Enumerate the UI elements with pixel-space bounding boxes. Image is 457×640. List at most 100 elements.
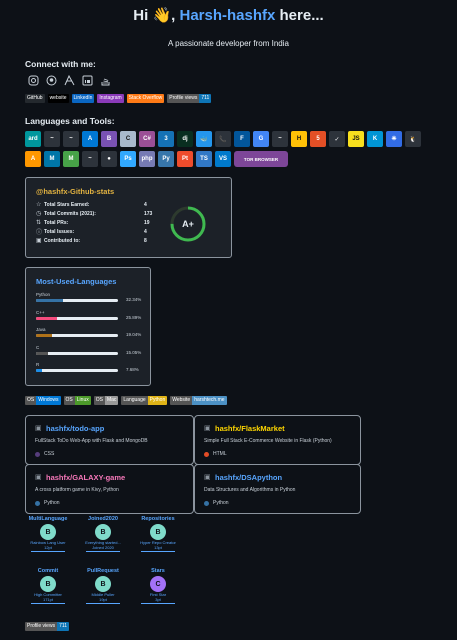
github-icon[interactable] (45, 74, 57, 86)
repo-name[interactable]: hashfx/FlaskMarket (215, 424, 285, 433)
connect-badge[interactable]: Profile views 711 (167, 94, 212, 103)
badge-label: Instagram (97, 94, 124, 103)
stat-value: 19 (144, 219, 150, 226)
most-used-languages-card[interactable]: Most-Used-Languages Python 32.34% C++ 25.89… (25, 267, 151, 386)
language-row: Python 32.34% (36, 292, 141, 302)
repo-language: Python (204, 500, 229, 506)
language-name: Java (36, 327, 46, 332)
trophy-title: PullRequest (87, 568, 119, 574)
repo-card[interactable]: ▣ hashfx/todo-app FullStack ToDo Web-App w… (25, 415, 194, 465)
language-name: R (36, 362, 40, 367)
tool-icon: ● (101, 151, 117, 167)
badge-label: OS (25, 396, 37, 405)
os-badge[interactable]: OS Linux (63, 396, 91, 405)
connect-badge[interactable]: Stack Overflow (126, 94, 165, 103)
stat-icon: ⓘ (36, 230, 43, 236)
trophy-cup-icon: C (150, 576, 166, 592)
stat-icon: ▣ (36, 238, 42, 244)
language-bar-fill (36, 316, 58, 320)
trophy-points: 12pt (44, 545, 52, 550)
trophy-progress-line (141, 603, 175, 604)
trophy-progress-line (86, 603, 120, 604)
badge-value: Linux (74, 396, 91, 405)
stat-label: Total PRs: (44, 219, 69, 226)
repo-language: Python (35, 500, 60, 506)
connect-badge[interactable]: LinkedIn (71, 94, 95, 103)
tool-icon: 3 (158, 131, 174, 147)
trophy-points: 19pt (99, 597, 107, 602)
stats-list: ☆ Total Stars Earned: 4 ◷ Total Commits (202… (36, 200, 152, 245)
os-badge[interactable]: OS Windows (25, 396, 61, 405)
os-badge[interactable]: Language Python (121, 396, 168, 405)
tool-icon: ~ (82, 151, 98, 167)
connect-badges: GitHub website LinkedIn Instagram Stack Over… (25, 94, 212, 103)
tool-icon: ⎈ (386, 131, 402, 147)
repo-description: Data Structures and Algorithms in Python (204, 487, 296, 493)
badge-label: Profile views (167, 94, 200, 103)
trophy-title: Repositories (141, 516, 175, 522)
settings-icon[interactable] (63, 74, 75, 86)
os-badge[interactable]: Website harshtech.me (170, 396, 227, 405)
tool-icon: Pt (177, 151, 193, 167)
language-dot (204, 500, 209, 506)
github-stats-card[interactable]: @hashfx-Github-stats ☆ Total Stars Earned… (25, 177, 232, 258)
stat-label: Total Stars Earned: (44, 201, 90, 208)
language-name: C (36, 344, 40, 350)
repo-icon: ▣ (35, 425, 42, 432)
tool-icon: M (44, 151, 60, 167)
connect-badge[interactable]: website (47, 94, 69, 103)
tool-icon: ~ (272, 131, 288, 147)
tool-icon: JS (348, 131, 364, 147)
instagram-icon[interactable] (27, 74, 39, 86)
repo-card[interactable]: ▣ hashfx/FlaskMarket Simple Full Stack E-C… (194, 415, 361, 465)
tool-icon: 5 (310, 131, 326, 147)
badge-label: GitHub (25, 94, 45, 103)
repo-card[interactable]: ▣ hashfx/GALAXY-game A cross platform game… (25, 464, 194, 514)
language-row: Java 19.04% (36, 327, 141, 337)
trophy-cup-icon: B (40, 576, 56, 592)
language-dot (204, 451, 209, 457)
language-bar-fill (36, 369, 43, 372)
language-bar-fill (36, 299, 63, 302)
language-dot (35, 500, 40, 506)
repo-name[interactable]: hashfx/GALAXY-game (46, 473, 125, 482)
repo-name[interactable]: hashfx/DSApython (215, 473, 282, 482)
grade-ring: A+ (170, 206, 206, 242)
tool-icon: G (253, 131, 269, 147)
trophy-cup-icon: B (95, 576, 111, 592)
trophy-progress-line (31, 603, 65, 604)
repo-card[interactable]: ▣ hashfx/DSApython Data Structures and Alg… (194, 464, 361, 514)
connect-badge[interactable]: Instagram (97, 94, 124, 103)
repo-description: A cross platform game in Kivy, Python (35, 487, 119, 493)
stat-icon: ◷ (36, 211, 42, 217)
tool-icon: M (63, 151, 79, 167)
connect-badge[interactable]: GitHub (25, 94, 45, 103)
trophy-progress-line (141, 551, 175, 552)
tool-icon: ~ (44, 131, 60, 147)
stat-value: 4 (144, 228, 147, 235)
repo-language-name: HTML (213, 451, 227, 457)
language-bar (36, 334, 118, 337)
trophy: Joined2020 B Everything started... Joined 2… (78, 516, 128, 552)
footer-badge-label: Profile views (25, 622, 58, 631)
page-title: Hi 👋, Harsh-hashfx here... (133, 7, 324, 24)
os-badge[interactable]: OS Mac (93, 396, 119, 405)
trophy-title: Joined2020 (88, 516, 118, 522)
repo-name[interactable]: hashfx/todo-app (46, 424, 104, 433)
badge-value: Windows (36, 396, 61, 405)
stat-value: 8 (144, 237, 147, 244)
language-percent: 15.05% (126, 349, 142, 355)
stat-row: ⇅ Total PRs: 19 (36, 218, 152, 227)
stackoverflow-icon[interactable] (99, 74, 111, 86)
trophy-sublabel: Joined 2020 (92, 545, 114, 550)
tool-icon: TS (196, 151, 212, 167)
tool-icon: TOR BROWSER (234, 151, 288, 167)
linkedin-icon[interactable] (81, 74, 93, 86)
social-icons (27, 74, 111, 86)
profile-views-footer-badge[interactable]: Profile views 711 (25, 622, 70, 631)
badge-label: OS (63, 396, 75, 405)
trophy: PullRequest B Middle Puller 19pt (78, 568, 128, 604)
tools-row-2: A M M ~ ● Ps php Py Pt TS VS TOR BROWSER (25, 151, 445, 167)
tool-icon: 🐧 (405, 131, 421, 147)
title-suffix: here... (279, 7, 324, 24)
